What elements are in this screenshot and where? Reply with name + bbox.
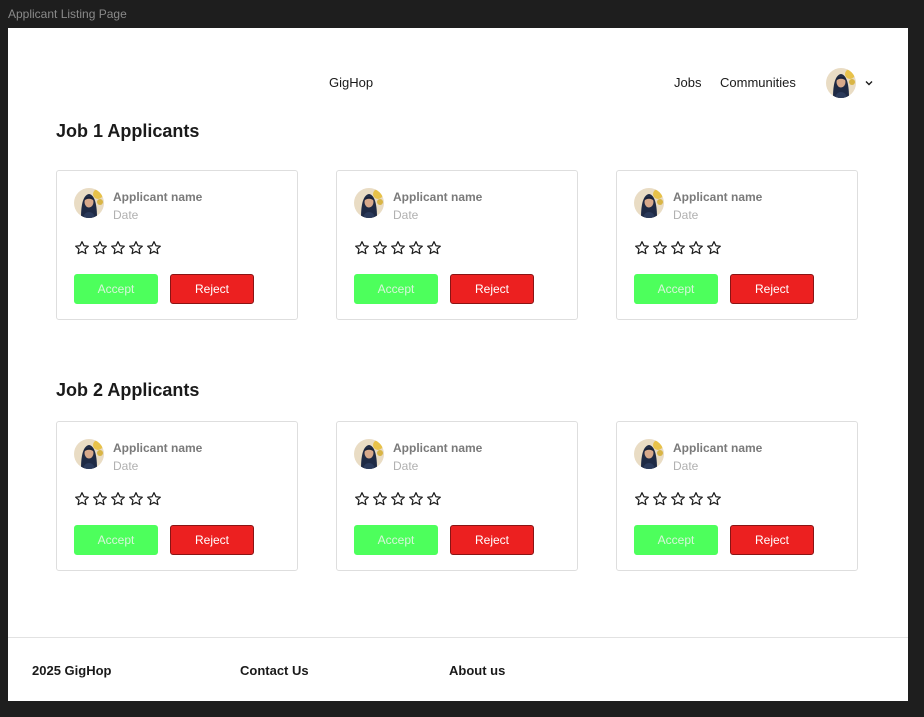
applicant-avatar: [354, 188, 384, 218]
applicant-card: Applicant name Date Accept Reject: [616, 170, 858, 320]
star-icon[interactable]: [408, 240, 424, 256]
star-icon[interactable]: [670, 491, 686, 507]
accept-button[interactable]: Accept: [74, 525, 158, 555]
reject-button[interactable]: Reject: [170, 525, 254, 555]
star-icon[interactable]: [74, 491, 90, 507]
star-icon[interactable]: [92, 491, 108, 507]
star-rating: [354, 240, 442, 256]
nav-communities-link[interactable]: Communities: [720, 75, 796, 90]
star-icon[interactable]: [706, 491, 722, 507]
star-rating: [634, 240, 722, 256]
chevron-down-icon[interactable]: [863, 76, 875, 88]
star-icon[interactable]: [128, 491, 144, 507]
star-rating: [354, 491, 442, 507]
star-icon[interactable]: [354, 240, 370, 256]
star-icon[interactable]: [146, 491, 162, 507]
star-icon[interactable]: [408, 491, 424, 507]
star-icon[interactable]: [372, 240, 388, 256]
applicant-avatar: [74, 439, 104, 469]
applicant-date: Date: [673, 208, 699, 222]
frame-label: Applicant Listing Page: [8, 7, 127, 21]
star-icon[interactable]: [426, 240, 442, 256]
applicant-date: Date: [113, 459, 139, 473]
reject-button[interactable]: Reject: [730, 525, 814, 555]
applicant-date: Date: [673, 459, 699, 473]
avatar: [826, 68, 856, 98]
applicant-card: Applicant name Date Accept Reject: [336, 421, 578, 571]
applicant-name: Applicant name: [113, 190, 203, 204]
star-rating: [74, 491, 162, 507]
applicant-card: Applicant name Date Accept Reject: [616, 421, 858, 571]
star-icon[interactable]: [110, 491, 126, 507]
star-icon[interactable]: [74, 240, 90, 256]
star-icon[interactable]: [128, 240, 144, 256]
star-icon[interactable]: [92, 240, 108, 256]
page-frame: GigHop Jobs Communities Job 1 Applicants: [8, 28, 908, 701]
accept-button[interactable]: Accept: [634, 274, 718, 304]
reject-button[interactable]: Reject: [450, 274, 534, 304]
applicant-name: Applicant name: [393, 190, 483, 204]
applicant-name: Applicant name: [673, 441, 763, 455]
star-icon[interactable]: [354, 491, 370, 507]
nav-jobs-link[interactable]: Jobs: [674, 75, 701, 90]
star-icon[interactable]: [652, 240, 668, 256]
star-icon[interactable]: [372, 491, 388, 507]
accept-button[interactable]: Accept: [634, 525, 718, 555]
applicant-avatar: [354, 439, 384, 469]
applicant-date: Date: [393, 208, 419, 222]
footer-contact-link[interactable]: Contact Us: [240, 663, 309, 678]
star-icon[interactable]: [426, 491, 442, 507]
star-icon[interactable]: [110, 240, 126, 256]
star-icon[interactable]: [634, 491, 650, 507]
star-icon[interactable]: [390, 491, 406, 507]
brand-logo-text[interactable]: GigHop: [329, 75, 373, 90]
applicant-card: Applicant name Date Accept Reject: [56, 170, 298, 320]
applicant-date: Date: [393, 459, 419, 473]
applicant-card: Applicant name Date Accept Reject: [56, 421, 298, 571]
section-title-job-2: Job 2 Applicants: [56, 380, 200, 400]
star-icon[interactable]: [688, 491, 704, 507]
reject-button[interactable]: Reject: [170, 274, 254, 304]
applicant-avatar: [634, 188, 664, 218]
star-icon[interactable]: [146, 240, 162, 256]
applicant-card: Applicant name Date Accept Reject: [336, 170, 578, 320]
section-title-job-1: Job 1 Applicants: [56, 121, 200, 141]
applicant-name: Applicant name: [113, 441, 203, 455]
star-icon[interactable]: [706, 240, 722, 256]
footer-divider: [8, 637, 908, 638]
accept-button[interactable]: Accept: [74, 274, 158, 304]
reject-button[interactable]: Reject: [450, 525, 534, 555]
header: GigHop Jobs Communities: [8, 28, 908, 108]
applicant-name: Applicant name: [393, 441, 483, 455]
profile-menu[interactable]: [826, 68, 876, 98]
star-icon[interactable]: [634, 240, 650, 256]
accept-button[interactable]: Accept: [354, 525, 438, 555]
star-icon[interactable]: [652, 491, 668, 507]
footer-copyright: 2025 GigHop: [32, 663, 112, 678]
star-rating: [634, 491, 722, 507]
applicant-avatar: [74, 188, 104, 218]
accept-button[interactable]: Accept: [354, 274, 438, 304]
star-icon[interactable]: [390, 240, 406, 256]
reject-button[interactable]: Reject: [730, 274, 814, 304]
applicant-avatar: [634, 439, 664, 469]
applicant-name: Applicant name: [673, 190, 763, 204]
footer-about-link[interactable]: About us: [449, 663, 505, 678]
star-rating: [74, 240, 162, 256]
star-icon[interactable]: [670, 240, 686, 256]
star-icon[interactable]: [688, 240, 704, 256]
applicant-date: Date: [113, 208, 139, 222]
